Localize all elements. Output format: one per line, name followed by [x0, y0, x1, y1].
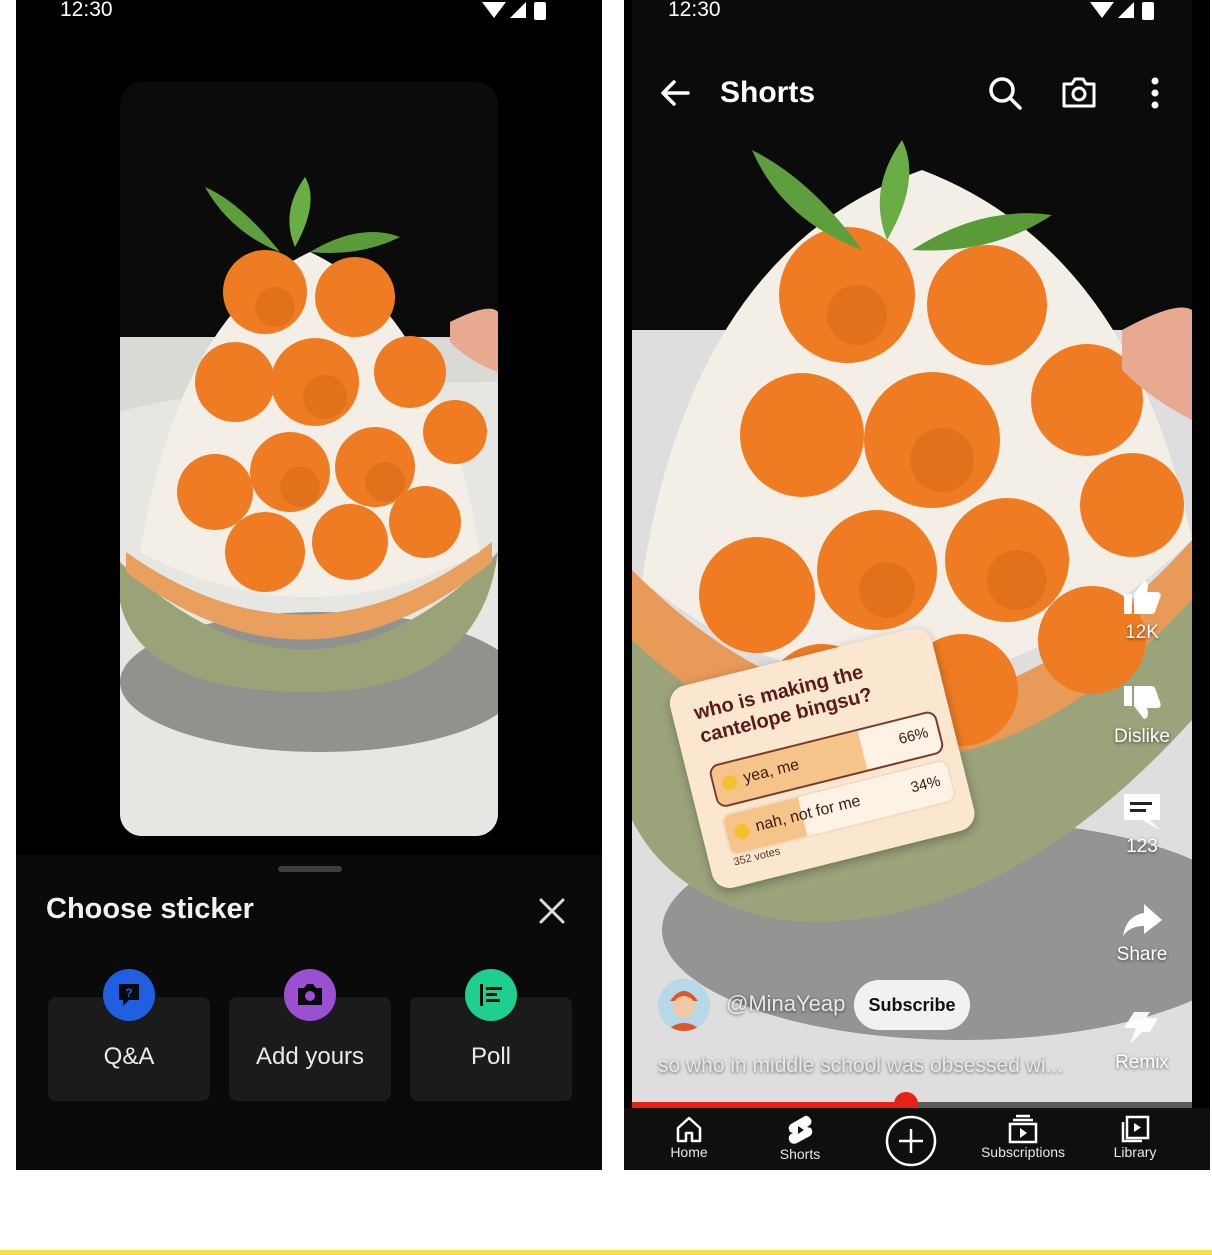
- nav-label: Library: [1113, 1144, 1157, 1160]
- thumbs-down-icon: [1124, 686, 1161, 719]
- poll-option-percent: 66%: [896, 724, 931, 748]
- page-title: Shorts: [720, 76, 816, 109]
- poll-option-label: nah, not for me: [753, 792, 863, 836]
- subscribe-button[interactable]: Subscribe: [854, 980, 970, 1030]
- remix-icon: [1124, 1012, 1158, 1044]
- share-icon: [1123, 904, 1162, 936]
- avatar[interactable]: [658, 979, 710, 1031]
- status-time: 12:30: [60, 0, 113, 21]
- nav-shorts[interactable]: Shorts: [745, 1114, 855, 1162]
- home-icon: [676, 1116, 702, 1143]
- subscriptions-icon: [1008, 1114, 1038, 1144]
- nav-label: Home: [670, 1144, 708, 1160]
- left-phone-screen: 12:30 Choose sticker ? Q&A Add yours Pol…: [16, 0, 602, 1170]
- comments-button[interactable]: 123: [1112, 790, 1172, 858]
- like-count: 12K: [1125, 622, 1159, 643]
- search-icon[interactable]: [986, 74, 1024, 112]
- sticker-label: Add yours: [255, 1043, 365, 1070]
- qa-icon: ?: [103, 969, 155, 1021]
- channel-handle[interactable]: @MinaYeap: [726, 991, 845, 1017]
- comment-icon: [1124, 794, 1160, 830]
- status-bar: 12:30: [624, 0, 1210, 26]
- thumbs-up-icon: [1124, 581, 1161, 614]
- status-time: 12:30: [668, 0, 721, 21]
- share-button[interactable]: Share: [1112, 900, 1172, 966]
- sheet-drag-handle[interactable]: [278, 866, 342, 872]
- system-status-icons: [480, 0, 550, 27]
- nav-subscriptions[interactable]: Subscriptions: [968, 1114, 1078, 1160]
- sticker-bottom-sheet: Choose sticker ? Q&A Add yours Poll: [16, 855, 602, 1170]
- camera-icon[interactable]: [1060, 74, 1098, 112]
- library-icon: [1121, 1115, 1150, 1143]
- nav-library[interactable]: Library: [1080, 1114, 1190, 1160]
- nav-label: Subscriptions: [980, 1144, 1066, 1160]
- status-bar: 12:30: [16, 0, 602, 26]
- comment-count: 123: [1126, 836, 1158, 857]
- video-caption[interactable]: so who in middle school was obsessed wi.…: [658, 1054, 1063, 1078]
- shorts-top-bar: Shorts: [624, 60, 1210, 130]
- back-arrow-icon[interactable]: [658, 76, 692, 110]
- sticker-label: Q&A: [103, 1043, 155, 1070]
- dislike-button[interactable]: Dislike: [1112, 682, 1172, 748]
- video-preview: [120, 82, 498, 836]
- system-status-icons: [1088, 0, 1158, 27]
- poll-icon: [465, 969, 517, 1021]
- create-button[interactable]: [884, 1114, 938, 1168]
- share-label: Share: [1116, 944, 1168, 965]
- plus-circle-icon: [885, 1115, 937, 1167]
- sticker-qa-button[interactable]: ? Q&A: [48, 969, 210, 1101]
- dislike-label: Dislike: [1114, 726, 1170, 747]
- svg-text:?: ?: [125, 986, 132, 1000]
- sticker-label: Poll: [470, 1043, 512, 1070]
- shorts-icon: [788, 1115, 813, 1144]
- like-button[interactable]: 12K: [1112, 578, 1172, 644]
- nav-label: Shorts: [779, 1146, 821, 1162]
- poll-option-percent: 34%: [908, 772, 943, 797]
- bottom-accent-strip: [0, 1250, 1212, 1255]
- bottom-nav-bar: Home Shorts Subscriptions Library: [624, 1108, 1210, 1170]
- sticker-add-yours-button[interactable]: Add yours: [229, 969, 391, 1101]
- remix-label: Remix: [1115, 1052, 1169, 1073]
- nav-home[interactable]: Home: [634, 1114, 744, 1160]
- shorts-video[interactable]: [632, 0, 1192, 1110]
- camera-icon: [284, 969, 336, 1021]
- right-phone-screen: 12:30 Shorts 12K Dislike 123 Share Remix…: [624, 0, 1210, 1170]
- sticker-poll-button[interactable]: Poll: [410, 969, 572, 1101]
- sheet-title: Choose sticker: [46, 893, 254, 925]
- more-vert-icon[interactable]: [1136, 74, 1174, 112]
- close-icon[interactable]: [534, 893, 570, 929]
- remix-button[interactable]: Remix: [1112, 1008, 1172, 1074]
